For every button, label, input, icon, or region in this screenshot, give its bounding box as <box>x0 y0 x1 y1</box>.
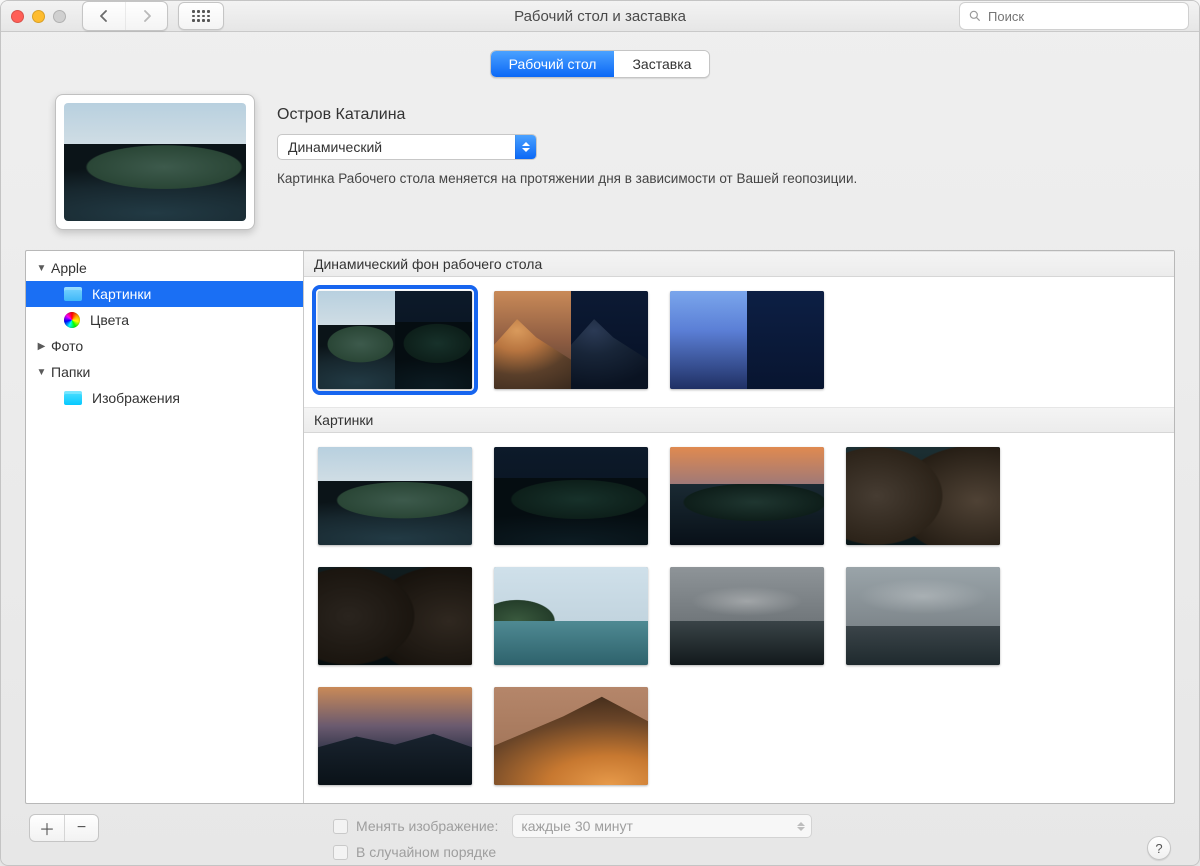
wallpaper-info: Остров Каталина Динамический Картинка Ра… <box>277 94 1145 230</box>
tree-item-images[interactable]: Изображения <box>26 385 303 411</box>
remove-folder-button[interactable]: − <box>64 815 98 841</box>
thumb-mountain-dusk[interactable] <box>318 687 472 785</box>
thumb-catalina-day[interactable] <box>318 447 472 545</box>
thumb-catalina-sunset[interactable] <box>670 447 824 545</box>
zoom-icon <box>53 10 66 23</box>
footer: ＋ − Менять изображение: каждые 30 минут … <box>25 804 1175 860</box>
wallpaper-thumbnail <box>64 103 246 221</box>
wallpaper-preview-row: Остров Каталина Динамический Картинка Ра… <box>55 94 1145 230</box>
disclosure-triangle-icon: ▶ <box>36 341 47 352</box>
disclosure-triangle-icon: ▼ <box>36 263 47 274</box>
source-tree: ▼ Apple Картинки Цвета ▶ Фото <box>26 251 303 415</box>
search-field[interactable] <box>959 2 1189 30</box>
tab-desktop[interactable]: Рабочий стол <box>491 51 615 77</box>
thumb-catalina-night[interactable] <box>494 447 648 545</box>
search-input[interactable] <box>988 9 1180 24</box>
thumb-storm-sea[interactable] <box>670 567 824 665</box>
wallpaper-name: Остров Каталина <box>277 106 1145 124</box>
show-all-button[interactable] <box>178 2 224 30</box>
chevron-up-down-icon <box>515 135 536 159</box>
change-image-option: Менять изображение: каждые 30 минут <box>333 814 812 838</box>
help-button[interactable]: ? <box>1147 836 1171 860</box>
close-icon[interactable] <box>11 10 24 23</box>
section-header-pictures: Картинки <box>304 407 1174 433</box>
change-image-label: Менять изображение: <box>356 818 498 834</box>
tree-item-colors[interactable]: Цвета <box>26 307 303 333</box>
tree-item-apple[interactable]: ▼ Apple <box>26 255 303 281</box>
traffic-lights <box>11 10 66 23</box>
tree-item-folders[interactable]: ▼ Папки <box>26 359 303 385</box>
forward-button[interactable] <box>125 2 167 30</box>
thumb-gradient-dynamic[interactable] <box>670 291 824 389</box>
color-wheel-icon <box>64 312 80 328</box>
folder-icon <box>64 391 82 405</box>
wallpaper-description: Картинка Рабочего стола меняется на прот… <box>277 170 1077 188</box>
tree-item-photos[interactable]: ▶ Фото <box>26 333 303 359</box>
interval-select[interactable]: каждые 30 минут <box>512 814 812 838</box>
thumb-catalina-rock-dark[interactable] <box>318 567 472 665</box>
current-wallpaper-preview <box>55 94 255 230</box>
chevron-up-down-icon <box>797 822 805 831</box>
disclosure-triangle-icon: ▼ <box>36 367 47 378</box>
wallpaper-browser: ▼ Apple Картинки Цвета ▶ Фото <box>25 250 1175 804</box>
checkbox-random-order[interactable] <box>333 845 348 860</box>
wallpaper-mode-select[interactable]: Динамический <box>277 134 537 160</box>
search-icon <box>968 9 982 23</box>
tree-label: Картинки <box>92 286 151 302</box>
tabbar: Рабочий стол Заставка <box>490 50 711 78</box>
tree-label: Apple <box>51 260 87 276</box>
tree-item-pictures[interactable]: Картинки <box>26 281 303 307</box>
thumb-clouds[interactable] <box>846 567 1000 665</box>
minimize-icon[interactable] <box>32 10 45 23</box>
random-order-option: В случайном порядке <box>333 844 812 860</box>
folder-icon <box>64 287 82 301</box>
thumb-catalina-dynamic[interactable] <box>318 291 472 389</box>
thumb-coast[interactable] <box>494 567 648 665</box>
grid-icon <box>192 10 210 22</box>
tree-label: Фото <box>51 338 83 354</box>
thumb-mojave-dynamic[interactable] <box>494 291 648 389</box>
add-folder-button[interactable]: ＋ <box>30 815 64 841</box>
tab-screensaver[interactable]: Заставка <box>614 51 709 77</box>
wallpaper-mode-value: Динамический <box>288 139 382 155</box>
back-button[interactable] <box>83 2 125 30</box>
checkbox-change-image[interactable] <box>333 819 348 834</box>
tree-label: Изображения <box>92 390 180 406</box>
titlebar: Рабочий стол и заставка <box>1 1 1199 32</box>
tree-label: Цвета <box>90 312 129 328</box>
thumbnail-gallery: Динамический фон рабочего стола Картинки <box>304 251 1174 803</box>
add-remove-buttons: ＋ − <box>29 814 99 842</box>
tabs: Рабочий стол Заставка <box>25 50 1175 78</box>
content: Рабочий стол Заставка Остров Каталина Ди… <box>1 32 1199 866</box>
section-header-dynamic: Динамический фон рабочего стола <box>304 251 1174 277</box>
options: Менять изображение: каждые 30 минут В сл… <box>333 814 812 860</box>
source-sidebar: ▼ Apple Картинки Цвета ▶ Фото <box>26 251 304 803</box>
preferences-window: Рабочий стол и заставка Рабочий стол Зас… <box>0 0 1200 866</box>
thumb-catalina-rock[interactable] <box>846 447 1000 545</box>
pictures-grid <box>304 433 1174 803</box>
nav-back-forward <box>82 1 168 31</box>
dynamic-grid <box>304 277 1174 407</box>
random-order-label: В случайном порядке <box>356 844 496 860</box>
thumb-mojave-day[interactable] <box>494 687 648 785</box>
tree-label: Папки <box>51 364 90 380</box>
interval-value: каждые 30 минут <box>521 818 633 834</box>
